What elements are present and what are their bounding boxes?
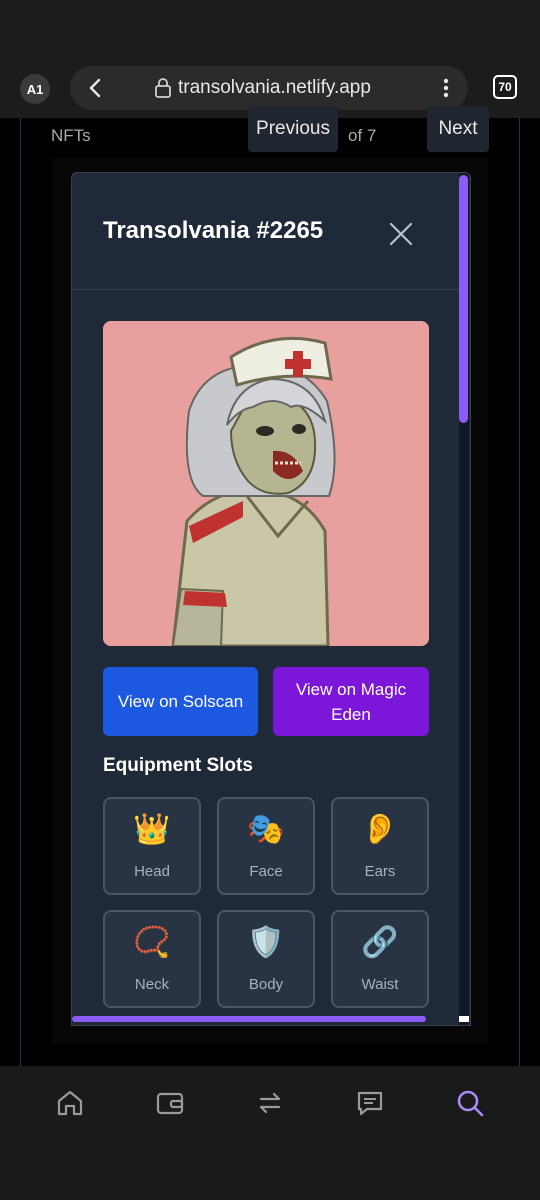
close-icon[interactable] (388, 221, 414, 247)
lock-icon (155, 78, 171, 98)
search-icon[interactable] (455, 1088, 485, 1118)
wallet-icon[interactable] (155, 1088, 185, 1118)
slot-neck[interactable]: 📿 Neck (103, 910, 201, 1008)
profile-avatar[interactable]: A1 (20, 74, 50, 104)
header-divider (72, 289, 460, 290)
view-on-magic-eden-button[interactable]: View on Magic Eden (273, 667, 429, 736)
link-icon: 🔗 (361, 926, 399, 959)
next-page-button[interactable]: Next (427, 106, 489, 152)
address-bar[interactable]: transolvania.netlify.app (70, 66, 468, 110)
horizontal-scrollbar-thumb[interactable] (72, 1016, 426, 1022)
equipment-slots-heading: Equipment Slots (103, 755, 253, 776)
slot-face[interactable]: 🎭 Face (217, 797, 315, 895)
browser-toolbar: A1 transolvania.netlify.app 70 (0, 0, 540, 118)
slot-label: Waist (361, 976, 399, 993)
nft-detail-modal: Transolvania #2265 View on Solscan View … (71, 172, 471, 1026)
page-info: of 7 (348, 126, 377, 145)
home-icon[interactable] (55, 1088, 85, 1118)
swap-icon[interactable] (255, 1088, 285, 1118)
slot-label: Ears (364, 863, 396, 880)
previous-page-button[interactable]: Previous (248, 106, 338, 152)
slot-head[interactable]: 👑 Head (103, 797, 201, 895)
url-text[interactable]: transolvania.netlify.app (178, 77, 371, 99)
slot-label: Face (249, 863, 283, 880)
slot-waist[interactable]: 🔗 Waist (331, 910, 429, 1008)
nft-image (103, 321, 429, 646)
modal-title: Transolvania #2265 (103, 217, 324, 244)
more-options-icon[interactable] (438, 76, 454, 100)
nfts-count-label: NFTs (51, 126, 91, 145)
shield-icon: 🛡️ (247, 926, 285, 959)
slot-label: Body (248, 976, 284, 993)
slot-label: Head (134, 863, 170, 880)
slot-ears[interactable]: 👂 Ears (331, 797, 429, 895)
tab-switcher[interactable]: 70 (493, 75, 517, 99)
bottom-navigation (0, 1066, 540, 1200)
view-on-solscan-button[interactable]: View on Solscan (103, 667, 258, 736)
beads-icon: 📿 (133, 926, 171, 959)
masks-icon: 🎭 (247, 813, 285, 846)
chat-icon[interactable] (355, 1088, 385, 1118)
scrollbar-corner (459, 1016, 469, 1022)
crown-icon: 👑 (133, 813, 171, 846)
slot-body[interactable]: 🛡️ Body (217, 910, 315, 1008)
back-arrow-icon[interactable] (84, 76, 108, 100)
ear-icon: 👂 (361, 813, 399, 846)
vertical-scrollbar-thumb[interactable] (459, 175, 468, 423)
slot-label: Neck (134, 976, 170, 993)
